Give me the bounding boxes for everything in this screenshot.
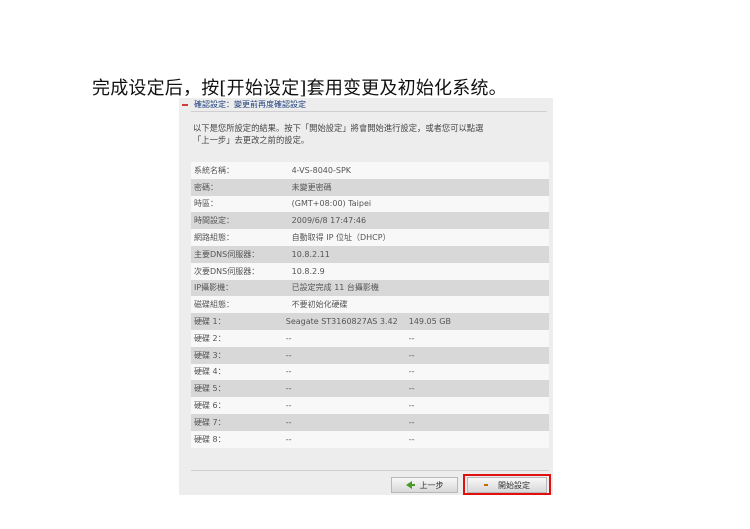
disk-label: 硬碟 3： bbox=[194, 350, 226, 360]
disk-model: -- bbox=[285, 417, 292, 427]
disk-size: -- bbox=[408, 401, 415, 411]
row-label: 主要DNS伺服器： bbox=[194, 249, 260, 259]
disk-model: Seagate ST3160827AS 3.42 bbox=[285, 317, 398, 327]
table-row: 網路組態： 自動取得 IP 位址（DHCP） bbox=[191, 229, 549, 246]
row-value-text: 4-VS-8040-SPK bbox=[291, 165, 352, 175]
table-row: 密碼： 未變更密碼 bbox=[191, 178, 549, 196]
disk-model: -- bbox=[285, 401, 292, 411]
settings-summary-table: 系統名稱： 4-VS-8040-SPK 密碼： 未變更密碼 時區： (GMT+0… bbox=[191, 162, 549, 448]
disk-model: -- bbox=[285, 333, 292, 343]
disk-values: -- -- bbox=[286, 418, 549, 427]
row-value: 未變更密碼 bbox=[284, 182, 549, 193]
row-value-text: (GMT+08:00) Taipei bbox=[291, 199, 372, 209]
row-value-text: 不要初始化硬碟 bbox=[291, 300, 348, 310]
intro-text: 以下是您所設定的結果。按下「開始設定」將會開始進行設定，或者您可以點選 「上一步… bbox=[193, 122, 543, 146]
disk-row: 硬碟 7： -- -- bbox=[191, 413, 549, 431]
row-value: 10.8.2.9 bbox=[284, 267, 549, 276]
disk-label: 硬碟 2： bbox=[194, 333, 226, 343]
disk-row: 硬碟 3： -- -- bbox=[191, 346, 549, 364]
arrow-left-icon bbox=[405, 481, 415, 489]
disk-row: 硬碟 6： -- -- bbox=[191, 397, 549, 414]
row-value: 4-VS-8040-SPK bbox=[284, 166, 549, 175]
disk-values: -- -- bbox=[286, 401, 549, 410]
disk-label: 硬碟 5： bbox=[194, 384, 226, 394]
start-button-highlight bbox=[463, 474, 551, 495]
table-row: 次要DNS伺服器： 10.8.2.9 bbox=[191, 262, 549, 280]
disk-row: 硬碟 5： -- -- bbox=[191, 380, 549, 398]
row-label: 網路組態： bbox=[194, 233, 234, 243]
disk-model: -- bbox=[285, 384, 292, 394]
section-header[interactable]: 確認設定：變更前再度確認設定 bbox=[179, 98, 553, 111]
row-label: 密碼： bbox=[194, 182, 218, 192]
disk-values: -- -- bbox=[286, 367, 549, 376]
disk-values: -- -- bbox=[286, 384, 549, 393]
row-value-text: 已設定完成 11 台攝影機 bbox=[291, 283, 379, 293]
disk-label: 硬碟 4： bbox=[194, 367, 226, 377]
disk-size: -- bbox=[408, 367, 415, 377]
table-row: 系統名稱： 4-VS-8040-SPK bbox=[191, 162, 549, 179]
disk-model: -- bbox=[285, 367, 292, 377]
section-title: 確認設定：變更前再度確認設定 bbox=[194, 100, 306, 109]
prev-button[interactable]: 上一步 bbox=[391, 477, 458, 493]
row-value: 不要初始化硬碟 bbox=[284, 299, 549, 310]
row-label: 時間設定： bbox=[194, 216, 234, 226]
row-value-text: 自動取得 IP 位址（DHCP） bbox=[291, 233, 391, 243]
disk-size: -- bbox=[408, 384, 415, 394]
prev-button-label: 上一步 bbox=[419, 480, 444, 490]
intro-line-2: 「上一步」去更改之前的設定。 bbox=[193, 135, 310, 145]
disk-label: 硬碟 1： bbox=[194, 317, 226, 327]
row-label: IP攝影機： bbox=[194, 283, 234, 293]
table-row: 主要DNS伺服器： 10.8.2.11 bbox=[191, 245, 549, 263]
disk-size: -- bbox=[408, 350, 415, 360]
row-label: 次要DNS伺服器： bbox=[194, 266, 260, 276]
row-value: 已設定完成 11 台攝影機 bbox=[284, 282, 549, 293]
disk-label: 硬碟 8： bbox=[194, 434, 226, 444]
intro-line-1: 以下是您所設定的結果。按下「開始設定」將會開始進行設定，或者您可以點選 bbox=[193, 123, 484, 133]
disk-row: 硬碟 1： Seagate ST3160827AS 3.42 149.05 GB bbox=[191, 313, 549, 330]
disk-values: -- -- bbox=[286, 351, 549, 360]
row-value-text: 10.8.2.9 bbox=[291, 266, 325, 276]
disk-size: -- bbox=[408, 434, 415, 444]
row-value-text: 2009/6/8 17:47:46 bbox=[291, 216, 367, 226]
disk-size: 149.05 GB bbox=[408, 317, 451, 327]
table-row: 磁碟組態： 不要初始化硬碟 bbox=[191, 296, 549, 314]
row-label: 時區： bbox=[194, 199, 218, 209]
row-value-text: 未變更密碼 bbox=[291, 182, 332, 192]
instruction-caption: 完成设定后，按[开始设定]套用变更及初始化系统。 bbox=[92, 78, 507, 99]
row-value: 自動取得 IP 位址（DHCP） bbox=[284, 232, 549, 243]
disk-row: 硬碟 8： -- -- bbox=[191, 430, 549, 448]
disk-model: -- bbox=[285, 350, 292, 360]
table-row: 時區： (GMT+08:00) Taipei bbox=[191, 195, 549, 213]
collapse-icon[interactable] bbox=[182, 103, 188, 106]
table-row: 時間設定： 2009/6/8 17:47:46 bbox=[191, 212, 549, 230]
disk-row: 硬碟 4： -- -- bbox=[191, 363, 549, 381]
footer-divider bbox=[191, 470, 549, 471]
disk-values: -- -- bbox=[286, 334, 549, 343]
disk-size: -- bbox=[408, 417, 415, 427]
divider bbox=[191, 111, 547, 112]
disk-values: -- -- bbox=[286, 435, 549, 444]
disk-label: 硬碟 7： bbox=[194, 417, 226, 427]
row-value: 2009/6/8 17:47:46 bbox=[284, 216, 549, 225]
disk-size: -- bbox=[408, 333, 415, 343]
row-value: 10.8.2.11 bbox=[284, 250, 549, 259]
row-label: 磁碟組態： bbox=[194, 300, 234, 310]
table-row: IP攝影機： 已設定完成 11 台攝影機 bbox=[191, 279, 549, 297]
disk-row: 硬碟 2： -- -- bbox=[191, 329, 549, 347]
row-value-text: 10.8.2.11 bbox=[291, 249, 330, 259]
disk-label: 硬碟 6： bbox=[194, 401, 226, 411]
row-label: 系統名稱： bbox=[194, 165, 234, 175]
disk-values: Seagate ST3160827AS 3.42 149.05 GB bbox=[286, 317, 549, 326]
disk-model: -- bbox=[285, 434, 292, 444]
confirm-settings-panel: 確認設定：變更前再度確認設定 以下是您所設定的結果。按下「開始設定」將會開始進行… bbox=[179, 98, 553, 495]
row-value: (GMT+08:00) Taipei bbox=[284, 199, 549, 208]
